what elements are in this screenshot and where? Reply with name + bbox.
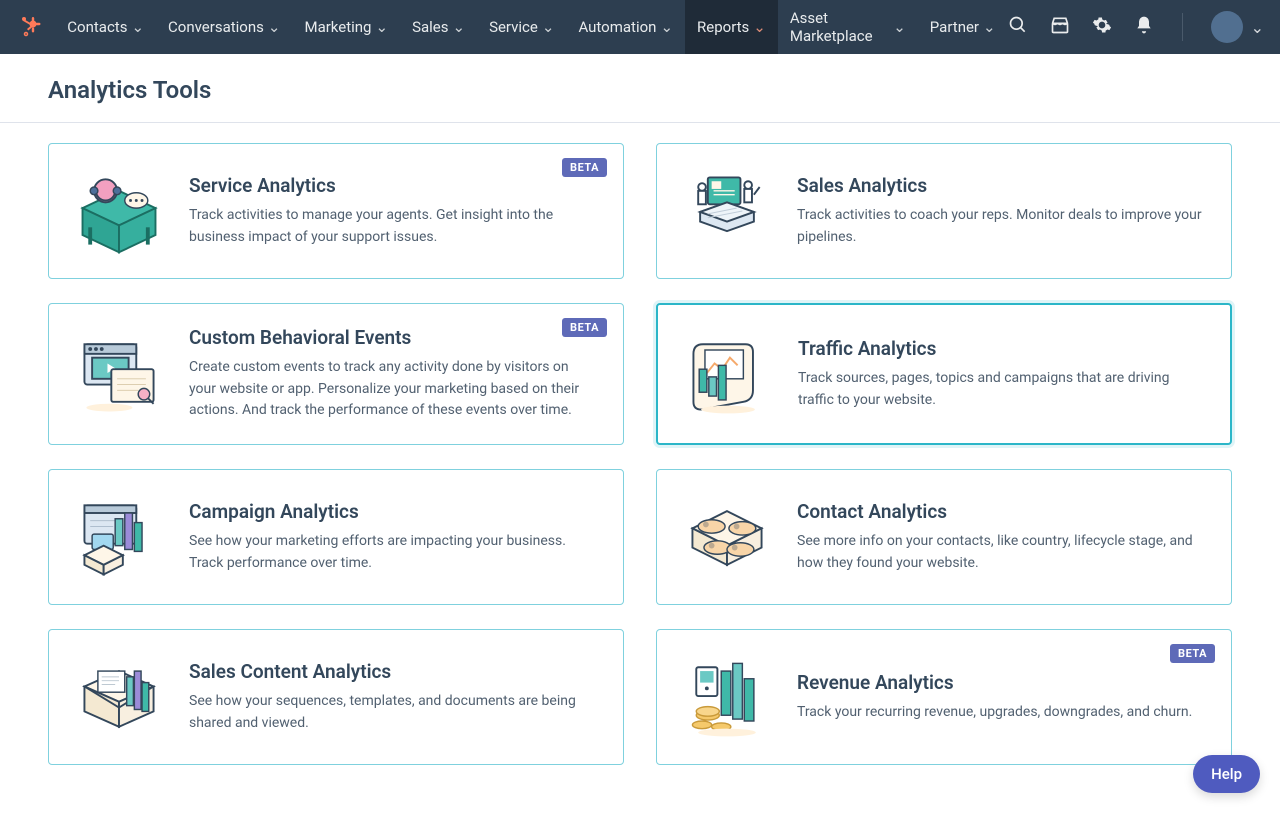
chevron-down-icon: ⌄	[893, 18, 906, 36]
nav-label: Contacts	[67, 18, 127, 36]
card-sales-content-analytics[interactable]: Sales Content Analytics See how your seq…	[48, 629, 624, 765]
illustration-service	[71, 166, 167, 256]
card-title: Revenue Analytics	[797, 671, 1203, 694]
search-icon[interactable]	[1008, 15, 1028, 39]
nav-label: Automation	[578, 18, 656, 36]
nav-contacts[interactable]: Contacts⌄	[55, 0, 156, 54]
nav-label: Marketing	[304, 18, 371, 36]
card-description: Track sources, pages, topics and campaig…	[798, 368, 1202, 411]
nav-reports[interactable]: Reports⌄	[685, 0, 778, 54]
card-title: Service Analytics	[189, 174, 595, 197]
nav-label: Asset Marketplace	[790, 9, 889, 45]
chevron-down-icon: ⌄	[983, 18, 996, 36]
beta-badge: BETA	[562, 158, 607, 177]
illustration-sales	[679, 166, 775, 256]
card-description: Track your recurring revenue, upgrades, …	[797, 702, 1203, 724]
illustration-contact	[679, 492, 775, 582]
chevron-down-icon: ⌄	[131, 18, 144, 36]
illustration-campaign	[71, 492, 167, 582]
card-title: Custom Behavioral Events	[189, 326, 595, 349]
page-title: Analytics Tools	[48, 76, 1232, 104]
card-title: Sales Analytics	[797, 174, 1203, 197]
nav-label: Partner	[930, 18, 979, 36]
illustration-sales-content	[71, 652, 167, 742]
card-revenue-analytics[interactable]: BETA Revenue Analytics Track your recurr…	[656, 629, 1232, 765]
chevron-down-icon: ⌄	[660, 18, 673, 36]
chevron-down-icon: ⌄	[542, 18, 555, 36]
nav-label: Service	[489, 18, 538, 36]
card-traffic-analytics[interactable]: Traffic Analytics Track sources, pages, …	[656, 303, 1232, 445]
card-description: Track activities to manage your agents. …	[189, 205, 595, 248]
nav-conversations[interactable]: Conversations⌄	[156, 0, 292, 54]
marketplace-icon[interactable]	[1050, 15, 1070, 39]
card-title: Campaign Analytics	[189, 500, 595, 523]
card-sales-analytics[interactable]: Sales Analytics Track activities to coac…	[656, 143, 1232, 279]
card-description: See more info on your contacts, like cou…	[797, 531, 1203, 574]
nav-label: Conversations	[168, 18, 264, 36]
cards-grid: BETA Service Analytics Track activities …	[0, 123, 1280, 805]
help-button[interactable]: Help	[1193, 755, 1260, 793]
nav-marketing[interactable]: Marketing⌄	[292, 0, 400, 54]
nav-asset-marketplace[interactable]: Asset Marketplace⌄	[778, 0, 918, 54]
nav-service[interactable]: Service⌄	[477, 0, 566, 54]
illustration-revenue	[679, 652, 775, 742]
nav-divider	[1182, 13, 1183, 41]
beta-badge: BETA	[1170, 644, 1215, 663]
gear-icon[interactable]	[1092, 15, 1112, 39]
chevron-down-icon: ⌄	[268, 18, 281, 36]
nav-right: ⌄	[1008, 11, 1264, 43]
nav-partner[interactable]: Partner⌄	[918, 0, 1008, 54]
nav-label: Reports	[697, 18, 749, 36]
chevron-down-icon: ⌄	[452, 18, 465, 36]
top-nav: Contacts⌄ Conversations⌄ Marketing⌄ Sale…	[0, 0, 1280, 54]
nav-sales[interactable]: Sales⌄	[400, 0, 477, 54]
chevron-down-icon: ⌄	[753, 18, 766, 36]
card-description: Track activities to coach your reps. Mon…	[797, 205, 1203, 248]
avatar	[1211, 11, 1243, 43]
card-service-analytics[interactable]: BETA Service Analytics Track activities …	[48, 143, 624, 279]
account-menu[interactable]: ⌄	[1211, 11, 1264, 43]
card-contact-analytics[interactable]: Contact Analytics See more info on your …	[656, 469, 1232, 605]
chevron-down-icon: ⌄	[1251, 18, 1264, 37]
nav-items: Contacts⌄ Conversations⌄ Marketing⌄ Sale…	[55, 0, 1007, 54]
card-title: Contact Analytics	[797, 500, 1203, 523]
card-description: See how your sequences, templates, and d…	[189, 691, 595, 734]
card-description: See how your marketing efforts are impac…	[189, 531, 595, 574]
page-header: Analytics Tools	[0, 54, 1280, 123]
illustration-traffic	[680, 329, 776, 419]
nav-automation[interactable]: Automation⌄	[566, 0, 685, 54]
beta-badge: BETA	[562, 318, 607, 337]
card-campaign-analytics[interactable]: Campaign Analytics See how your marketin…	[48, 469, 624, 605]
hubspot-logo[interactable]	[16, 13, 43, 41]
nav-label: Sales	[412, 18, 448, 36]
card-description: Create custom events to track any activi…	[189, 357, 595, 422]
help-label: Help	[1211, 765, 1242, 783]
illustration-events	[71, 329, 167, 419]
chevron-down-icon: ⌄	[375, 18, 388, 36]
card-title: Traffic Analytics	[798, 337, 1202, 360]
bell-icon[interactable]	[1134, 15, 1154, 39]
card-custom-behavioral-events[interactable]: BETA Custom Behavioral Events Create cus…	[48, 303, 624, 445]
card-title: Sales Content Analytics	[189, 660, 595, 683]
